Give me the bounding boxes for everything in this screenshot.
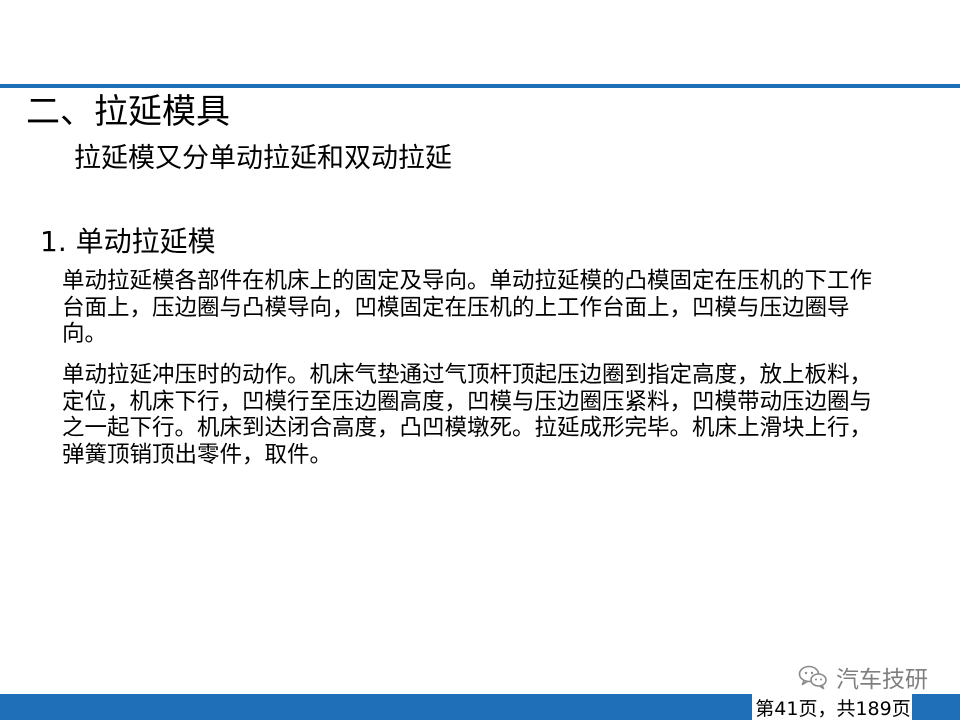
body-paragraph-2: 单动拉延冲压时的动作。机床气垫通过气顶杆顶起压边圈到指定高度，放上板料，定位，机… <box>62 362 873 468</box>
section-heading: 1. 单动拉延模 <box>40 225 216 258</box>
slide-subtitle: 拉延模又分单动拉延和双动拉延 <box>74 143 452 174</box>
slide-title: 二、拉延模具 <box>26 92 230 132</box>
watermark: 汽车技研 <box>798 660 928 694</box>
footer-corner-block <box>912 694 960 720</box>
wechat-icon <box>798 664 828 690</box>
header-rule <box>0 84 960 88</box>
watermark-text: 汽车技研 <box>836 667 928 693</box>
page-indicator: 第41页，共189页 <box>755 694 911 720</box>
footer-bar <box>0 694 752 720</box>
body-paragraph-1: 单动拉延模各部件在机床上的固定及导向。单动拉延模的凸模固定在压机的下工作台面上，… <box>62 268 873 347</box>
